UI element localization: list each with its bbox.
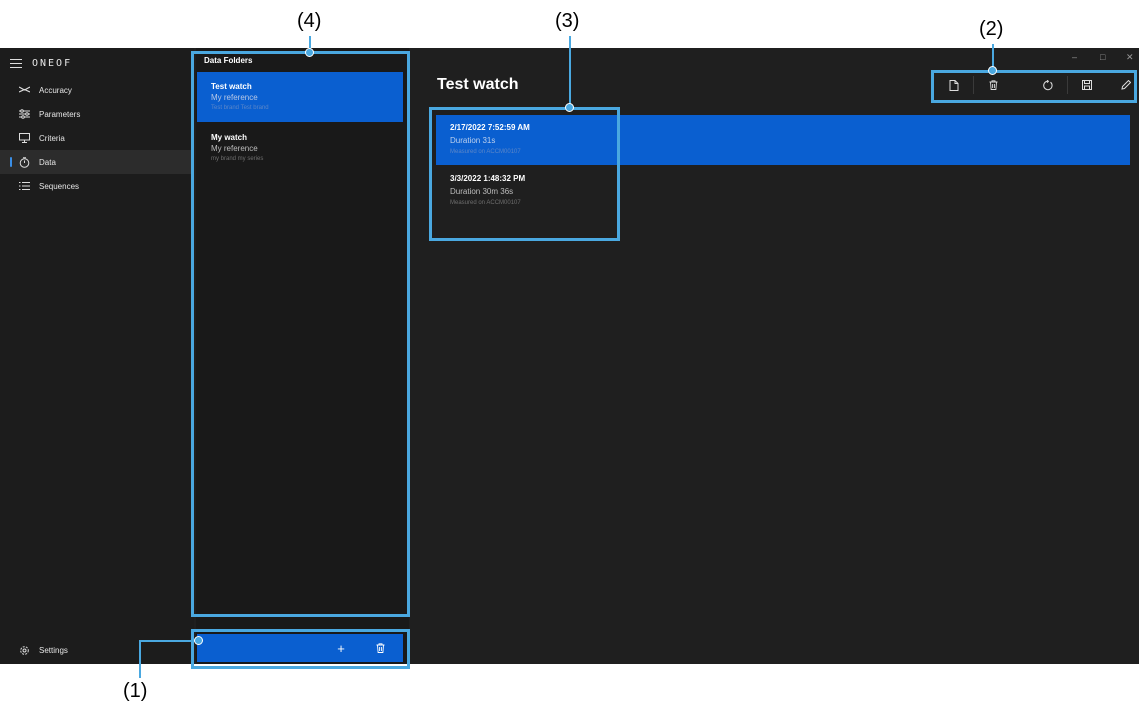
callout-dot-1 <box>194 636 203 645</box>
delete-record-button[interactable] <box>985 77 1001 93</box>
toolbar-separator <box>973 76 974 94</box>
sidebar-item-sequences[interactable]: Sequences <box>0 174 194 198</box>
sidebar-item-label: Criteria <box>39 133 65 143</box>
sidebar-item-criteria[interactable]: Criteria <box>0 126 194 150</box>
sidebar-item-parameters[interactable]: Parameters <box>0 102 194 126</box>
app-header: ONEOF <box>10 55 72 71</box>
folder-item[interactable]: Test watch My reference Test brand Test … <box>197 72 403 122</box>
folder-reference: My reference <box>211 93 258 102</box>
sidebar-item-accuracy[interactable]: Accuracy <box>0 78 194 102</box>
callout-label-4: (4) <box>297 10 322 32</box>
save-icon <box>1082 80 1092 90</box>
new-file-button[interactable] <box>946 77 962 93</box>
folder-command-bar: + <box>197 634 403 662</box>
record-item[interactable]: 3/3/2022 1:48:32 PM Duration 30m 36s Mea… <box>436 166 1130 216</box>
toolbar-separator <box>1067 76 1068 94</box>
close-button[interactable]: ✕ <box>1126 52 1134 63</box>
folder-item[interactable]: My watch My reference my brand my series <box>197 123 403 173</box>
edit-icon <box>1121 80 1131 90</box>
callout-line-1-vertical <box>139 640 141 678</box>
record-duration: Duration 30m 36s <box>450 187 514 196</box>
callout-dot-3 <box>565 103 574 112</box>
callout-dot-2 <box>988 66 997 75</box>
add-folder-button[interactable]: + <box>333 640 349 656</box>
record-duration: Duration 31s <box>450 136 496 145</box>
record-item[interactable]: 2/17/2022 7:52:59 AM Duration 31s Measur… <box>436 115 1130 165</box>
app-window: ONEOF Accuracy Parameters Criteria Data … <box>0 48 1139 664</box>
edit-button[interactable] <box>1118 77 1134 93</box>
callout-line-1 <box>139 640 199 642</box>
folder-brand: my brand my series <box>211 156 264 162</box>
record-date: 2/17/2022 7:52:59 AM <box>450 123 530 132</box>
new-file-icon <box>949 79 959 91</box>
stopwatch-icon <box>18 156 30 168</box>
maximize-button[interactable]: □ <box>1100 52 1105 62</box>
minimize-button[interactable]: – <box>1072 52 1077 62</box>
monitor-icon <box>18 132 30 144</box>
trash-icon <box>376 643 384 653</box>
sidebar-item-label: Parameters <box>39 109 81 119</box>
list-icon <box>18 180 30 192</box>
refresh-button[interactable] <box>1039 77 1055 93</box>
app-logo: ONEOF <box>32 57 73 69</box>
sliders-icon <box>18 108 30 120</box>
toolbar <box>936 72 1136 98</box>
save-button[interactable] <box>1079 77 1095 93</box>
folders-title: Data Folders <box>204 56 253 65</box>
callout-label-1: (1) <box>123 680 148 702</box>
folder-name: Test watch <box>211 82 252 91</box>
record-measured-on: Measured on ACCM00107 <box>450 200 521 206</box>
main-content: – □ ✕ Test watch 2/17/2022 7:52:59 AM Du… <box>410 48 1139 664</box>
callout-line-3 <box>569 36 571 107</box>
plus-icon: + <box>337 640 345 656</box>
gear-icon <box>18 644 30 656</box>
callout-dot-4 <box>305 48 314 57</box>
sidebar-item-label: Accuracy <box>39 85 72 95</box>
folder-brand: Test brand Test brand <box>211 105 269 111</box>
sidebar-item-label: Data <box>39 157 56 167</box>
sidebar-item-data[interactable]: Data <box>0 150 194 174</box>
sidebar-item-label: Settings <box>39 645 68 655</box>
delete-folder-button[interactable] <box>372 640 388 656</box>
callout-label-2: (2) <box>979 18 1004 40</box>
callout-label-3: (3) <box>555 10 580 32</box>
sidebar-nav: Accuracy Parameters Criteria Data Sequen… <box>0 78 194 198</box>
record-date: 3/3/2022 1:48:32 PM <box>450 174 526 183</box>
refresh-icon <box>1042 79 1053 90</box>
delete-icon <box>989 80 997 90</box>
data-folders-panel: Data Folders Test watch My reference Tes… <box>196 48 409 664</box>
hamburger-menu-icon[interactable] <box>10 58 22 68</box>
sidebar-item-label: Sequences <box>39 181 80 191</box>
record-measured-on: Measured on ACCM00107 <box>450 149 521 155</box>
sidebar: ONEOF Accuracy Parameters Criteria Data … <box>0 48 194 664</box>
accuracy-icon <box>18 84 30 96</box>
page-title: Test watch <box>437 76 519 93</box>
folder-reference: My reference <box>211 144 258 153</box>
folder-name: My watch <box>211 133 248 142</box>
